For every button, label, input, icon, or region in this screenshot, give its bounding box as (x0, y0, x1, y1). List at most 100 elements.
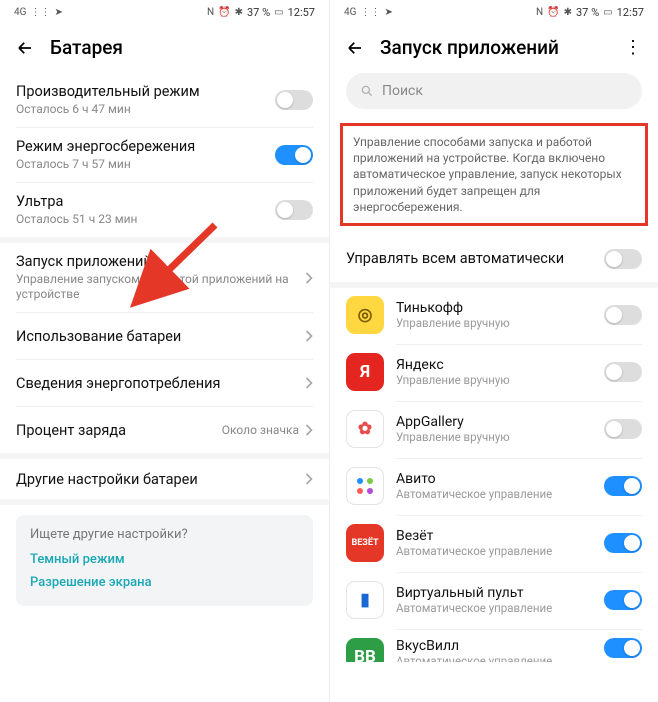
other-title: Другие настройки батареи (16, 471, 305, 488)
ultra-sub: Осталось 51 ч 23 мин (16, 212, 275, 227)
row-ultra[interactable]: Ультра Осталось 51 ч 23 мин (0, 183, 329, 237)
search-icon (360, 84, 374, 98)
header: Батарея (0, 24, 329, 73)
app-sub: Автоматическое управление (396, 601, 592, 615)
saver-toggle[interactable] (275, 145, 313, 165)
tip-card: Ищете другие настройки? Темный режим Раз… (16, 515, 313, 606)
tip-link-dark-mode[interactable]: Темный режим (30, 548, 299, 571)
app-name: Везёт (396, 528, 592, 544)
percent-value: Около значка (222, 423, 299, 437)
app-sub: Автоматическое управление (396, 654, 592, 662)
send-icon: ➤ (54, 7, 62, 18)
app-name: AppGallery (396, 414, 592, 430)
chevron-right-icon (305, 377, 313, 389)
tip-question: Ищете другие настройки? (30, 527, 299, 542)
send-icon: ➤ (384, 7, 392, 18)
alarm-icon: ⏰ (547, 7, 559, 18)
back-icon[interactable] (16, 39, 34, 57)
nfc-icon: N (536, 7, 543, 18)
page-title: Запуск приложений (380, 36, 608, 59)
chevron-right-icon (305, 473, 313, 485)
row-battery-percent[interactable]: Процент заряда Около значка (0, 407, 329, 453)
app-row[interactable]: АвитоАвтоматическое управление (330, 459, 658, 515)
battery-percent: 37 % (576, 6, 599, 19)
row-battery-usage[interactable]: Использование батареи (0, 313, 329, 359)
app-toggle[interactable] (604, 476, 642, 496)
app-name: Авито (396, 471, 592, 487)
battery-percent: 37 % (247, 6, 270, 19)
chevron-right-icon (305, 330, 313, 342)
app-row[interactable]: ВВ ВкусВиллАвтоматическое управление (330, 630, 658, 662)
header: Запуск приложений ⋮ (330, 24, 658, 73)
app-toggle[interactable] (604, 362, 642, 382)
row-manage-all-auto[interactable]: Управлять всем автоматически (330, 236, 658, 282)
app-toggle[interactable] (604, 638, 642, 658)
app-toggle[interactable] (604, 533, 642, 553)
app-row[interactable]: ◎ ТинькоффУправление вручную (330, 288, 658, 344)
screen-battery: 4G ⋮⋮ ➤ N ⏰ ✱ 37 % ▭ 12:57 Батарея Произ… (0, 0, 329, 702)
app-name: Яндекс (396, 357, 592, 373)
app-sub: Управление вручную (396, 316, 592, 330)
app-sub: Управление вручную (396, 430, 592, 444)
nfc-icon: N (207, 7, 214, 18)
screen-app-launch: 4G ⋮⋮ ➤ N ⏰ ✱ 37 % ▭ 12:57 Запуск прилож… (329, 0, 658, 702)
alarm-icon: ⏰ (218, 7, 230, 18)
app-row[interactable]: ▮ Виртуальный пультАвтоматическое управле… (330, 573, 658, 629)
performance-sub: Осталось 6 ч 47 мин (16, 102, 275, 117)
app-sub: Управление вручную (396, 373, 592, 387)
percent-title: Процент заряда (16, 422, 222, 439)
app-row[interactable]: ВЕЗЁТ ВезётАвтоматическое управление (330, 516, 658, 572)
launch-sub: Управление запуском и работой приложений… (16, 272, 305, 302)
app-icon: ВВ (346, 638, 384, 662)
app-sub: Автоматическое управление (396, 544, 592, 558)
wifi-icon: ⋮⋮ (30, 7, 50, 18)
usage-title: Использование батареи (16, 328, 305, 345)
performance-title: Производительный режим (16, 83, 275, 100)
search-input[interactable]: Поиск (346, 73, 642, 109)
row-app-launch[interactable]: Запуск приложений Управление запуском и … (0, 237, 329, 312)
status-bar: 4G ⋮⋮ ➤ N ⏰ ✱ 37 % ▭ 12:57 (0, 0, 329, 24)
app-toggle[interactable] (604, 305, 642, 325)
app-name: Тинькофф (396, 300, 592, 316)
page-title: Батарея (50, 36, 313, 59)
performance-toggle[interactable] (275, 90, 313, 110)
app-icon: Я (346, 353, 384, 391)
signal-icon: 4G (14, 7, 26, 18)
app-icon: ◎ (346, 296, 384, 334)
app-row[interactable]: ✿ AppGalleryУправление вручную (330, 402, 658, 458)
search-placeholder: Поиск (382, 83, 423, 99)
chevron-right-icon (305, 424, 313, 436)
clock: 12:57 (617, 6, 644, 19)
app-name: Виртуальный пульт (396, 585, 592, 601)
saver-sub: Осталось 7 ч 57 мин (16, 157, 275, 172)
app-icon: ВЕЗЁТ (346, 524, 384, 562)
app-toggle[interactable] (604, 590, 642, 610)
wifi-icon: ⋮⋮ (360, 7, 380, 18)
ultra-title: Ультра (16, 193, 275, 210)
app-icon (346, 467, 384, 505)
auto-all-toggle[interactable] (604, 249, 642, 269)
row-other-settings[interactable]: Другие настройки батареи (0, 453, 329, 499)
app-name: ВкусВилл (396, 638, 592, 654)
row-power-saving[interactable]: Режим энергосбережения Осталось 7 ч 57 м… (0, 128, 329, 182)
back-icon[interactable] (346, 39, 364, 57)
app-icon: ▮ (346, 581, 384, 619)
chevron-right-icon (305, 272, 313, 284)
app-row[interactable]: Я ЯндексУправление вручную (330, 345, 658, 401)
app-icon: ✿ (346, 410, 384, 448)
section-gap (0, 499, 329, 505)
app-list: ◎ТинькоффУправление вручнуюЯЯндексУправл… (330, 288, 658, 662)
more-icon[interactable]: ⋮ (624, 37, 642, 58)
app-sub: Автоматическое управление (396, 487, 592, 501)
tip-link-resolution[interactable]: Разрешение экрана (30, 571, 299, 594)
row-performance-mode[interactable]: Производительный режим Осталось 6 ч 47 м… (0, 73, 329, 127)
signal-icon: 4G (344, 7, 356, 18)
info-banner: Управление способами запуска и работой п… (340, 123, 648, 226)
bluetooth-icon: ✱ (235, 7, 243, 18)
details-title: Сведения энергопотребления (16, 375, 305, 392)
ultra-toggle[interactable] (275, 200, 313, 220)
row-power-details[interactable]: Сведения энергопотребления (0, 360, 329, 406)
app-toggle[interactable] (604, 419, 642, 439)
saver-title: Режим энергосбережения (16, 138, 275, 155)
battery-icon: ▭ (603, 7, 612, 18)
